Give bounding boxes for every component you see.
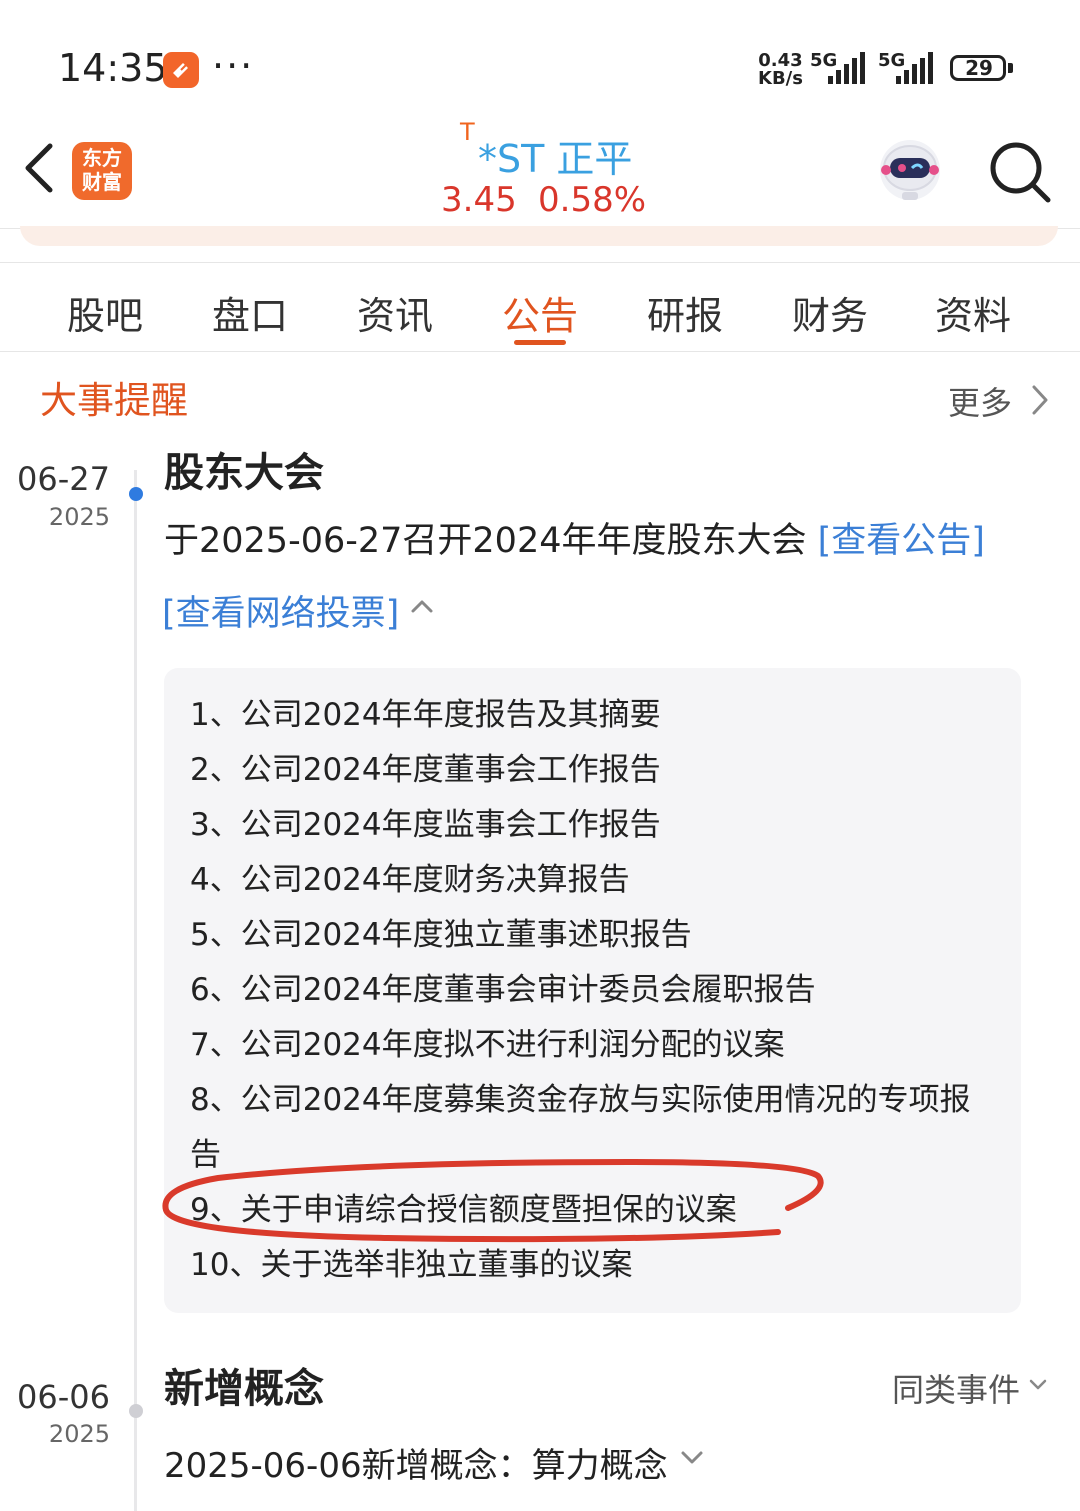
timeline-line: [134, 470, 137, 1511]
app-notification-icon: [163, 52, 199, 88]
quote-banner-edge: [20, 226, 1058, 246]
event-description-text: 于2025-06-27召开2024年年度股东大会: [164, 521, 807, 561]
brand-line-2: 财富: [82, 170, 122, 194]
tabs-divider: [0, 351, 1080, 352]
net-speed-unit: KB/s: [758, 68, 803, 89]
tab-finance[interactable]: 财务: [775, 285, 885, 340]
status-time: 14:35: [58, 46, 168, 90]
search-icon: [990, 142, 1051, 203]
agenda-item: 4、公司2024年度财务决算报告: [190, 862, 630, 898]
brand-logo[interactable]: 东方 财富: [72, 142, 132, 200]
active-tab-indicator: [514, 340, 566, 345]
event-year: 2025: [48, 503, 110, 531]
tab-guba[interactable]: 股吧: [50, 285, 160, 340]
chevron-right-icon[interactable]: [1030, 384, 1050, 416]
agenda-item: 7、公司2024年度拟不进行利润分配的议案: [190, 1027, 785, 1063]
tab-news[interactable]: 资讯: [340, 285, 450, 340]
view-notice-link[interactable]: [查看公告]: [818, 521, 985, 561]
event-year: 2025: [48, 1420, 110, 1448]
stock-price: 3.45: [441, 180, 517, 220]
battery-level: 29: [965, 56, 993, 80]
agenda-item: 1、公司2024年年度报告及其摘要: [190, 697, 661, 733]
battery-tip: [1008, 63, 1013, 73]
agenda-item: 6、公司2024年度董事会审计委员会履职报告: [190, 972, 816, 1008]
net-speed: 0.43 KB/s: [758, 52, 803, 88]
stock-name: *ST 正平: [478, 137, 633, 181]
same-kind-filter[interactable]: 同类事件: [892, 1365, 1020, 1411]
stock-change: 0.58%: [538, 180, 647, 220]
chevron-up-icon[interactable]: [410, 598, 434, 614]
view-online-vote-link[interactable]: [查看网络投票]: [162, 585, 399, 636]
status-bar: 14:35 ··· 0.43 KB/s 5G 5G 29: [0, 0, 1080, 110]
red-circle-annotation: [162, 1158, 824, 1243]
tab-announcements[interactable]: 公告: [485, 285, 595, 340]
section-title: 大事提醒: [40, 379, 188, 422]
chevron-down-icon[interactable]: [1028, 1378, 1048, 1392]
agenda-item: 2、公司2024年度董事会工作报告: [190, 752, 661, 788]
more-notifications-icon: ···: [212, 44, 255, 88]
more-link[interactable]: 更多: [948, 378, 1012, 424]
tab-research[interactable]: 研报: [630, 285, 740, 340]
assistant-robot-icon[interactable]: [874, 132, 946, 204]
back-button[interactable]: [18, 138, 64, 198]
chevron-left-icon: [25, 143, 53, 193]
event-description: 2025-06-06新增概念：算力概念: [164, 1446, 668, 1486]
timeline-dot-active: [129, 487, 143, 501]
search-button[interactable]: [988, 140, 1052, 204]
tab-pankou[interactable]: 盘口: [195, 285, 305, 340]
brand-line-1: 东方: [82, 146, 122, 170]
tab-bar: 股吧 盘口 资讯 公告 研报 财务 资料: [0, 263, 1080, 351]
tab-profile[interactable]: 资料: [918, 285, 1028, 340]
event-date: 06-27: [17, 460, 110, 498]
event-title: 股东大会: [164, 450, 324, 496]
stock-tag: T: [460, 118, 475, 146]
chevron-down-icon[interactable]: [680, 1450, 704, 1466]
event-date: 06-06: [17, 1378, 110, 1416]
agenda-item: 8、公司2024年度募集资金存放与实际使用情况的专项报: [190, 1082, 971, 1118]
event-title: 新增概念: [164, 1366, 324, 1412]
battery-icon: 29: [950, 55, 1006, 81]
agenda-item: 5、公司2024年度独立董事述职报告: [190, 917, 692, 953]
timeline-dot: [129, 1404, 143, 1418]
event-description: 于2025-06-27召开2024年年度股东大会 [查看公告]: [164, 512, 985, 563]
agenda-item: 3、公司2024年度监事会工作报告: [190, 807, 661, 843]
